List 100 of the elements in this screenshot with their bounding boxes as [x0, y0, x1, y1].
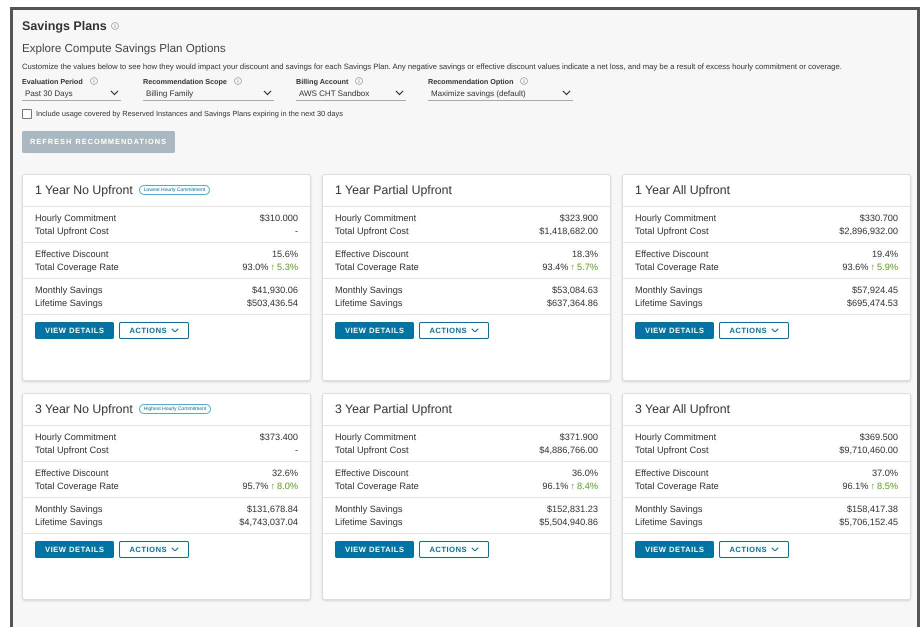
- metric-value: $57,924.45: [852, 284, 898, 294]
- chevron-down-icon: [471, 328, 480, 332]
- metric-label: Effective Discount: [635, 468, 708, 478]
- metric-value: 32.6%: [272, 468, 298, 478]
- chevron-down-icon: [171, 328, 180, 332]
- change-value: 8.4%: [577, 480, 598, 490]
- metric-value: $637,364.86: [546, 298, 598, 308]
- metric-label: Total Coverage Rate: [635, 262, 719, 272]
- metric-label: Total Upfront Cost: [35, 226, 109, 236]
- metric-label: Hourly Commitment: [335, 432, 416, 442]
- metric-label: Effective Discount: [35, 468, 108, 478]
- metric-label: Effective Discount: [335, 248, 408, 258]
- metric-label: Total Coverage Rate: [335, 480, 419, 490]
- metric-value: 37.0%: [872, 468, 898, 478]
- metric-label: Hourly Commitment: [335, 212, 416, 222]
- metric-label: Total Coverage Rate: [335, 262, 419, 272]
- metric-value: $5,504,940.86: [539, 516, 598, 526]
- dropdown-select[interactable]: Maximize savings (default): [428, 88, 573, 100]
- info-icon: [110, 22, 119, 30]
- metric-value: 19.4%: [872, 248, 898, 258]
- metric-value: $4,743,037.04: [239, 516, 298, 526]
- metric-label: Hourly Commitment: [635, 432, 716, 442]
- metric-value: $53,084.63: [552, 284, 598, 294]
- metric-label: Monthly Savings: [335, 504, 402, 514]
- metric-label: Total Upfront Cost: [335, 226, 409, 236]
- plan-title: 1 Year All Upfront: [635, 183, 730, 197]
- dropdown-select[interactable]: AWS CHT Sandbox: [296, 88, 406, 100]
- metric-value: $158,417.38: [846, 504, 898, 514]
- metric-value: $41,930.06: [252, 284, 298, 294]
- metric-value: 18.3%: [572, 248, 598, 258]
- up-arrow-icon: ↑: [870, 480, 876, 490]
- plan-title: 3 Year All Upfront: [635, 402, 730, 416]
- metric-label: Lifetime Savings: [635, 516, 702, 526]
- metric-value: $2,896,932.00: [839, 226, 898, 236]
- chevron-down-icon: [171, 546, 180, 552]
- metric-label: Effective Discount: [635, 248, 708, 258]
- metric-value: $373.400: [260, 432, 298, 442]
- change-value: 8.5%: [877, 480, 898, 490]
- metric-value: $369.500: [860, 432, 898, 442]
- metric-value: $1,418,682.00: [539, 226, 598, 236]
- metric-label: Total Coverage Rate: [35, 480, 119, 490]
- chevron-down-icon: [771, 546, 780, 552]
- change-value: 8.0%: [277, 480, 298, 490]
- metric-label: Monthly Savings: [35, 284, 102, 294]
- change-value: 5.3%: [277, 262, 298, 272]
- metric-label: Monthly Savings: [635, 504, 702, 514]
- plan-title: 1 Year No Upfront: [35, 183, 133, 197]
- metric-value: $131,678.84: [246, 504, 298, 514]
- metric-value: 93.4%: [542, 262, 568, 272]
- plan-title: 1 Year Partial Upfront: [335, 183, 452, 197]
- metric-value: 36.0%: [572, 468, 598, 478]
- info-icon: [90, 77, 98, 85]
- metric-value: $152,831.23: [546, 504, 598, 514]
- metric-label: Lifetime Savings: [335, 516, 402, 526]
- metric-value: $503,436.54: [246, 298, 298, 308]
- metric-label: Effective Discount: [35, 248, 108, 258]
- change-value: 5.9%: [877, 262, 898, 272]
- metric-value: 95.7%: [242, 480, 268, 490]
- up-arrow-icon: ↑: [270, 480, 276, 490]
- metric-value: 15.6%: [272, 248, 298, 258]
- metric-value: 96.1%: [842, 480, 868, 490]
- metric-value: 93.6%: [842, 262, 868, 272]
- chevron-down-icon: [395, 90, 404, 96]
- plan-title: 3 Year No Upfront: [35, 402, 133, 416]
- metric-label: Hourly Commitment: [635, 212, 716, 222]
- metric-label: Total Coverage Rate: [635, 480, 719, 490]
- dropdown-select[interactable]: Billing Family: [143, 88, 274, 100]
- chevron-down-icon: [110, 90, 119, 96]
- metric-label: Total Coverage Rate: [35, 262, 119, 272]
- metric-value: 93.0%: [242, 262, 268, 272]
- plan-title: 3 Year Partial Upfront: [335, 402, 452, 416]
- up-arrow-icon: ↑: [570, 480, 576, 490]
- metric-label: Lifetime Savings: [635, 298, 702, 308]
- metric-label: Total Upfront Cost: [335, 444, 409, 454]
- metric-value: $323.900: [560, 212, 598, 222]
- info-icon: [355, 77, 364, 85]
- up-arrow-icon: ↑: [870, 262, 876, 272]
- chevron-down-icon: [562, 90, 571, 96]
- metric-label: Total Upfront Cost: [635, 444, 709, 454]
- metric-label: Total Upfront Cost: [635, 226, 709, 236]
- metric-label: Monthly Savings: [335, 284, 402, 294]
- section-subtitle: Explore Compute Savings Plan Options: [22, 42, 227, 55]
- change-value: 5.7%: [577, 262, 598, 272]
- metric-label: Hourly Commitment: [35, 432, 116, 442]
- metric-label: Total Upfront Cost: [35, 444, 109, 454]
- up-arrow-icon: ↑: [570, 262, 576, 272]
- metric-label: Monthly Savings: [35, 504, 102, 514]
- chevron-down-icon: [771, 328, 780, 332]
- metric-label: Lifetime Savings: [335, 298, 402, 308]
- metric-value: $4,886,766.00: [539, 444, 598, 454]
- checkbox[interactable]: [22, 108, 32, 118]
- metric-value: -: [294, 226, 298, 236]
- metric-label: Hourly Commitment: [35, 212, 116, 222]
- metric-label: Effective Discount: [335, 468, 408, 478]
- metric-value: $310.000: [260, 212, 298, 222]
- dropdown-select[interactable]: Past 30 Days: [22, 88, 121, 100]
- chevron-down-icon: [263, 90, 272, 96]
- metric-value: $330.700: [860, 212, 898, 222]
- metric-value: 96.1%: [542, 480, 568, 490]
- info-icon: [520, 77, 528, 85]
